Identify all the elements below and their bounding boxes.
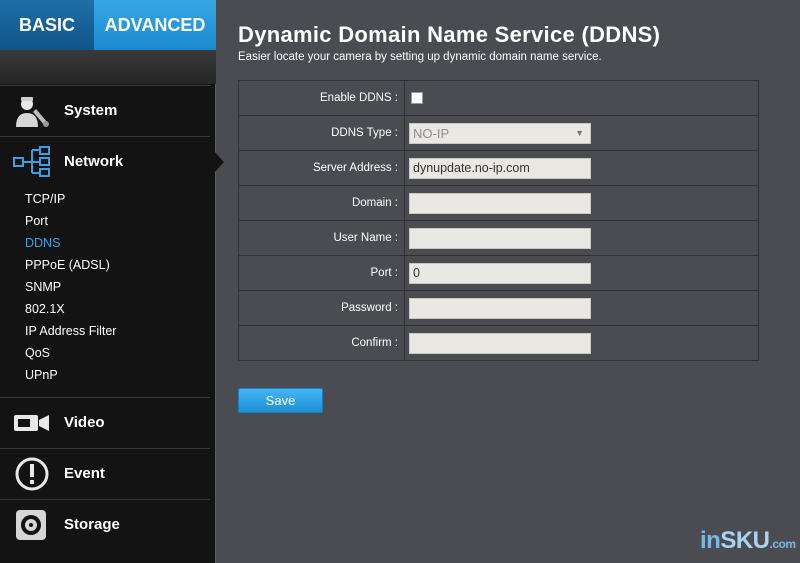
sidebar-section-system[interactable]: System [0, 85, 210, 135]
sidebar-item-snmp[interactable]: SNMP [25, 276, 205, 298]
network-submenu: TCP/IP Port DDNS PPPoE (ADSL) SNMP 802.1… [25, 188, 205, 386]
enable-ddns-label: Enable DDNS : [238, 80, 405, 116]
save-button[interactable]: Save [238, 388, 323, 413]
sidebar-section-label: System [64, 102, 118, 119]
form-row-server: Server Address : dynupdate.no-ip.com [238, 150, 759, 186]
sidebar-item-qos[interactable]: QoS [25, 342, 205, 364]
enable-ddns-checkbox[interactable] [411, 91, 423, 104]
port-input[interactable]: 0 [409, 262, 591, 284]
password-input[interactable] [409, 297, 591, 319]
watermark-part: .com [769, 537, 797, 551]
ddns-type-select[interactable]: NO-IP ▼ [409, 122, 591, 144]
form-row-port: Port : 0 [238, 255, 759, 291]
user-name-label: User Name : [238, 220, 405, 256]
sidebar-section-label: Network [64, 153, 124, 170]
watermark-part: in [700, 527, 721, 554]
form-row-password: Password : [238, 290, 759, 326]
storage-disk-icon [12, 507, 52, 543]
sidebar-item-tcpip[interactable]: TCP/IP [25, 188, 205, 210]
password-label: Password : [238, 290, 405, 326]
alert-icon [12, 456, 52, 492]
tab-strip [0, 50, 216, 84]
form-row-type: DDNS Type : NO-IP ▼ [238, 115, 759, 151]
sidebar-item-ddns[interactable]: DDNS [25, 232, 205, 254]
watermark-part: SKU [720, 527, 770, 554]
sidebar-section-event[interactable]: Event [0, 448, 210, 498]
sidebar-section-label: Storage [64, 516, 120, 533]
sidebar-section-storage[interactable]: Storage [0, 499, 210, 549]
sidebar-item-8021x[interactable]: 802.1X [25, 298, 205, 320]
page-subtitle: Easier locate your camera by setting up … [238, 51, 602, 63]
sidebar-item-ip-filter[interactable]: IP Address Filter [25, 320, 205, 342]
domain-input[interactable] [409, 192, 591, 214]
tab-advanced[interactable]: ADVANCED [94, 0, 216, 60]
sidebar-section-label: Event [64, 465, 105, 482]
sidebar-item-port[interactable]: Port [25, 210, 205, 232]
ddns-type-label: DDNS Type : [238, 115, 405, 151]
form-row-domain: Domain : [238, 185, 759, 221]
form-row-confirm: Confirm : [238, 325, 759, 361]
video-camera-icon [12, 405, 52, 441]
domain-label: Domain : [238, 185, 405, 221]
system-admin-icon [12, 93, 52, 129]
server-address-input[interactable]: dynupdate.no-ip.com [409, 157, 591, 179]
chevron-down-icon: ▼ [575, 127, 584, 138]
confirm-label: Confirm : [238, 325, 405, 361]
page-title: Dynamic Domain Name Service (DDNS) [238, 22, 661, 47]
tab-basic[interactable]: BASIC [0, 0, 94, 50]
watermark-logo: inSKU.com [700, 527, 796, 555]
sidebar-section-network[interactable]: Network [0, 136, 224, 186]
network-tree-icon [12, 144, 52, 180]
port-label: Port : [238, 255, 405, 291]
sidebar-section-video[interactable]: Video [0, 397, 210, 447]
user-name-input[interactable] [409, 227, 591, 249]
sidebar-section-label: Video [64, 414, 105, 431]
sidebar-item-upnp[interactable]: UPnP [25, 364, 205, 386]
form-row-user: User Name : [238, 220, 759, 256]
ddns-type-value: NO-IP [413, 125, 450, 141]
ddns-form: Enable DDNS : DDNS Type : NO-IP ▼ Server… [238, 80, 759, 361]
form-row-enable: Enable DDNS : [238, 80, 759, 116]
sidebar: BASIC ADVANCED System Network TCP/IP Por… [0, 0, 224, 563]
main-header: Dynamic Domain Name Service (DDNS) Easie… [238, 22, 778, 63]
confirm-password-input[interactable] [409, 332, 591, 354]
mode-tabs: BASIC ADVANCED [0, 0, 216, 60]
server-address-label: Server Address : [238, 150, 405, 186]
sidebar-item-pppoe[interactable]: PPPoE (ADSL) [25, 254, 205, 276]
